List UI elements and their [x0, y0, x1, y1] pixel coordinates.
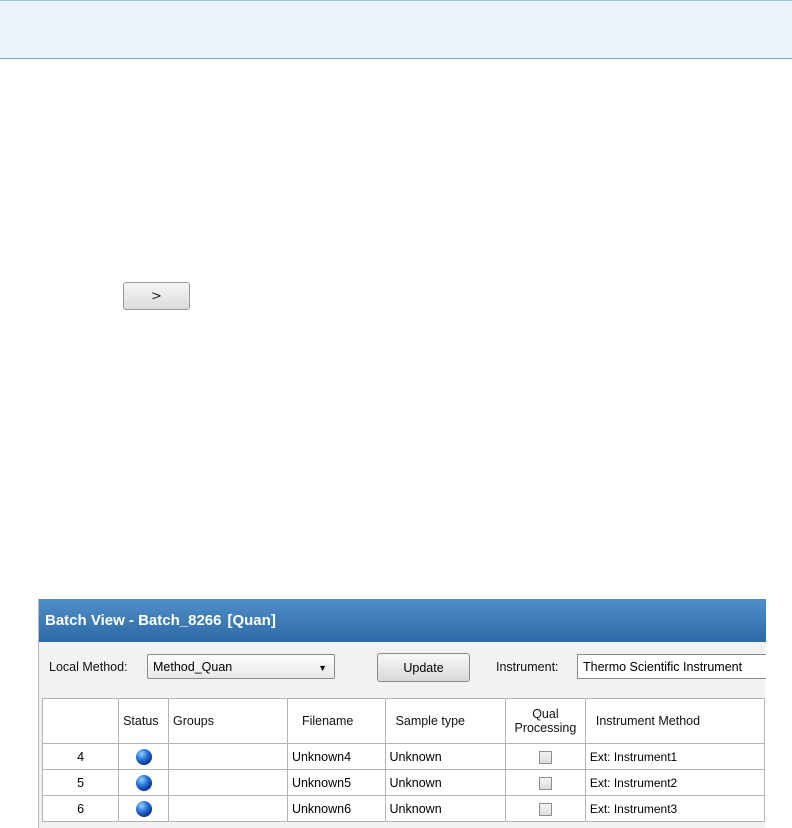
row-number: 4 [41, 743, 120, 770]
batch-view-panel: Batch View - Batch_8266 [Quan] Local Met… [38, 599, 766, 828]
column-header-row-number [41, 698, 120, 744]
column-header-instrument-method[interactable]: Instrument Method [584, 698, 766, 744]
top-banner [0, 0, 792, 59]
sample-type-cell[interactable]: Unknown [384, 769, 506, 796]
column-header-qual-processing[interactable]: Qual Processing [504, 698, 586, 744]
table-row[interactable]: 6 Unknown6 Unknown Ext: Instrument3 [41, 795, 766, 822]
instrument-method-cell[interactable]: Ext: Instrument3 [584, 795, 766, 822]
instrument-method-cell[interactable]: Ext: Instrument2 [584, 769, 766, 796]
status-cell [118, 795, 169, 822]
update-button-label: Update [403, 660, 444, 675]
sample-type-cell[interactable]: Unknown [384, 795, 506, 822]
filename-cell[interactable]: Unknown4 [286, 743, 386, 770]
batch-view-title: Batch View - Batch_8266 [45, 612, 222, 629]
qual-processing-cell [504, 743, 586, 770]
table-row[interactable]: 4 Unknown4 Unknown Ext: Instrument1 [41, 743, 766, 770]
groups-cell[interactable] [168, 743, 288, 770]
status-ball-icon [135, 748, 152, 765]
qual-processing-cell [504, 769, 586, 796]
filename-cell[interactable]: Unknown5 [286, 769, 386, 796]
local-method-label: Local Method: [49, 660, 128, 674]
groups-cell[interactable] [168, 795, 288, 822]
sample-type-cell[interactable]: Unknown [384, 743, 506, 770]
qual-processing-checkbox[interactable] [538, 750, 552, 764]
qual-processing-checkbox[interactable] [538, 776, 552, 790]
local-method-select[interactable]: Method_Quan ▼ [147, 654, 335, 679]
qual-processing-cell [504, 795, 586, 822]
column-header-status[interactable]: Status [118, 698, 169, 744]
groups-cell[interactable] [168, 769, 288, 796]
local-method-value: Method_Quan [153, 659, 233, 674]
chevron-down-icon: ▼ [318, 663, 327, 673]
status-ball-icon [135, 800, 152, 817]
status-cell [118, 743, 169, 770]
row-number: 5 [41, 769, 120, 796]
column-header-sample-type[interactable]: Sample type [384, 698, 506, 744]
instrument-field[interactable]: Thermo Scientific Instrument [577, 654, 766, 679]
filename-cell[interactable]: Unknown6 [286, 795, 386, 822]
status-ball-icon [135, 774, 152, 791]
batch-view-header: Batch View - Batch_8266 [Quan] [39, 599, 766, 642]
table-row[interactable]: 5 Unknown5 Unknown Ext: Instrument2 [41, 769, 766, 796]
expand-arrow-label: > [151, 288, 162, 304]
instrument-method-cell[interactable]: Ext: Instrument1 [584, 743, 766, 770]
batch-view-mode: [Quan] [227, 612, 276, 629]
qual-processing-checkbox[interactable] [538, 802, 552, 816]
instrument-label: Instrument: [496, 660, 559, 674]
column-header-groups[interactable]: Groups [168, 698, 288, 744]
batch-table: Status Groups Filename Sample type Qual … [41, 698, 766, 822]
status-cell [118, 769, 169, 796]
row-number: 6 [41, 795, 120, 822]
table-header-row: Status Groups Filename Sample type Qual … [41, 698, 766, 744]
column-header-filename[interactable]: Filename [286, 698, 386, 744]
instrument-value: Thermo Scientific Instrument [583, 659, 743, 674]
expand-arrow-button[interactable]: > [123, 282, 190, 310]
update-button[interactable]: Update [377, 653, 470, 682]
